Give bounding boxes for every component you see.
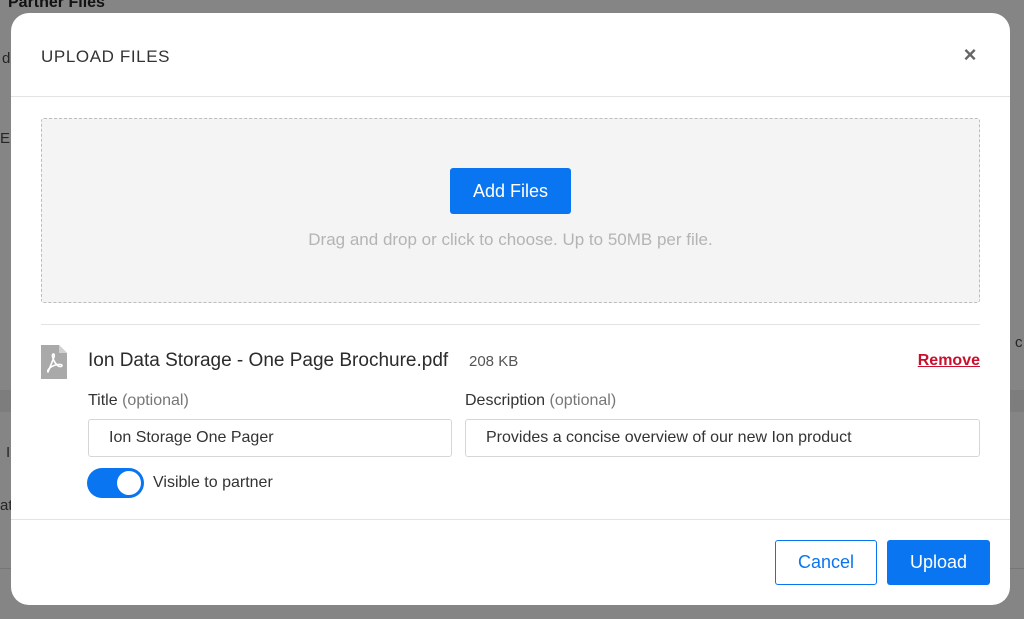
file-dropzone[interactable]: Add Files Drag and drop or click to choo… [41, 118, 980, 303]
dropzone-hint: Drag and drop or click to choose. Up to … [308, 230, 713, 249]
cancel-button[interactable]: Cancel [775, 540, 877, 585]
description-input[interactable] [465, 419, 980, 457]
file-item: Ion Data Storage - One Page Brochure.pdf… [41, 345, 980, 381]
title-input[interactable] [88, 419, 452, 457]
description-optional-text: (optional) [549, 392, 617, 409]
title-label-text: Title [88, 392, 118, 409]
visible-to-partner-toggle[interactable] [87, 468, 144, 498]
file-name: Ion Data Storage - One Page Brochure.pdf [88, 350, 449, 371]
modal-title: UPLOAD FILES [41, 47, 171, 66]
section-divider [41, 324, 980, 325]
upload-files-modal: UPLOAD FILES × Add Files Drag and drop o… [11, 13, 1010, 605]
title-optional-text: (optional) [122, 392, 189, 409]
toggle-knob [117, 471, 141, 495]
title-field-label: Title (optional) [88, 392, 189, 410]
file-size: 208 KB [469, 353, 519, 370]
pdf-file-icon [41, 345, 67, 379]
description-field-label: Description (optional) [465, 392, 616, 410]
remove-file-link[interactable]: Remove [918, 352, 980, 370]
description-label-text: Description [465, 392, 546, 409]
visible-to-partner-label: Visible to partner [153, 474, 273, 491]
close-icon[interactable]: × [960, 44, 980, 66]
upload-button[interactable]: Upload [887, 540, 990, 585]
footer-divider [11, 519, 1010, 520]
modal-header: UPLOAD FILES × [11, 13, 1010, 97]
add-files-button[interactable]: Add Files [450, 168, 571, 214]
